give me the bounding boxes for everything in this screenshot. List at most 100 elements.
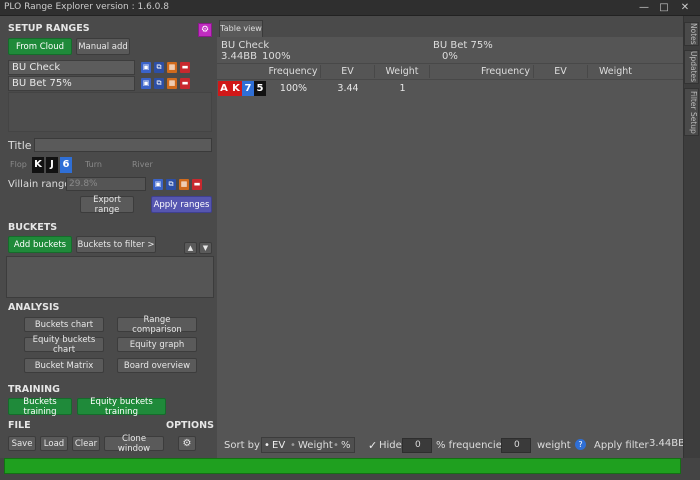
sort-pct-radio[interactable]: • bbox=[333, 440, 339, 451]
copy-range-icon[interactable]: ⧉ bbox=[154, 78, 164, 89]
clear-button[interactable]: Clear bbox=[72, 436, 100, 451]
turn-label: Turn bbox=[85, 160, 102, 169]
col-ev-2[interactable]: EV bbox=[534, 65, 588, 78]
options-heading: OPTIONS bbox=[166, 420, 214, 431]
close-button[interactable]: ✕ bbox=[677, 1, 693, 14]
window-title: PLO Range Explorer version : 1.6.0.8 bbox=[4, 2, 169, 12]
buckets-to-filter-button[interactable]: Buckets to filter > bbox=[76, 236, 156, 253]
col-frequency-2[interactable]: Frequency bbox=[478, 65, 534, 78]
flop-card-3[interactable]: 6 bbox=[60, 157, 72, 173]
buckets-training-button[interactable]: Buckets training bbox=[8, 397, 72, 417]
sort-ev-label: EV bbox=[272, 440, 286, 451]
hide-label: Hide bbox=[379, 440, 402, 451]
hide-checkbox[interactable]: ✓ bbox=[368, 439, 377, 452]
delete-range-icon[interactable]: ▬ bbox=[192, 179, 202, 190]
progress-bar bbox=[4, 458, 681, 474]
options-gear-icon[interactable]: ⚙ bbox=[178, 436, 196, 451]
range-actions: ▣ ⧉ ▦ ▬ bbox=[141, 62, 190, 73]
apply-filter-button[interactable]: Apply filter bbox=[594, 440, 649, 451]
edit-range-icon[interactable]: ▦ bbox=[167, 62, 177, 73]
tab-strip bbox=[217, 16, 683, 37]
apply-ranges-button[interactable]: Apply ranges bbox=[151, 196, 212, 213]
board-overview-button[interactable]: Board overview bbox=[117, 358, 197, 373]
hide-spinbox[interactable]: 0 bbox=[402, 438, 432, 453]
group-ev-bu-check: 3.44BB bbox=[221, 51, 257, 62]
save-range-icon[interactable]: ▣ bbox=[141, 62, 151, 73]
total-ev: 3.44BB bbox=[649, 438, 685, 449]
group-name-bu-check: BU Check bbox=[221, 40, 270, 51]
delete-range-icon[interactable]: ▬ bbox=[180, 78, 190, 89]
hand-card-4: 5 bbox=[254, 81, 266, 96]
delete-range-icon[interactable]: ▬ bbox=[180, 62, 190, 73]
buckets-list[interactable] bbox=[6, 256, 214, 298]
equity-graph-button[interactable]: Equity graph bbox=[117, 337, 197, 352]
sort-weight-label: Weight bbox=[298, 440, 333, 451]
villain-range-input[interactable]: 29.8% bbox=[66, 177, 146, 191]
title-label: Title bbox=[8, 139, 32, 152]
tab-notes[interactable]: Notes bbox=[684, 22, 699, 46]
tab-updates[interactable]: Updates bbox=[684, 50, 699, 84]
sort-by-label: Sort by bbox=[224, 440, 260, 451]
copy-range-icon[interactable]: ⧉ bbox=[166, 179, 176, 190]
bucket-matrix-button[interactable]: Bucket Matrix bbox=[24, 358, 104, 373]
edit-range-icon[interactable]: ▦ bbox=[179, 179, 189, 190]
hand-card-3: 7 bbox=[242, 81, 254, 96]
range-comparison-button[interactable]: Range comparison bbox=[117, 315, 197, 335]
flop-card-2[interactable]: J bbox=[46, 157, 58, 173]
save-range-icon[interactable]: ▣ bbox=[153, 179, 163, 190]
equity-buckets-training-button[interactable]: Equity buckets training bbox=[77, 397, 166, 417]
group-freq-bu-check: 100% bbox=[262, 51, 291, 62]
equity-buckets-chart-button[interactable]: Equity buckets chart bbox=[24, 335, 104, 355]
load-button[interactable]: Load bbox=[40, 436, 68, 451]
cell-frequency: 100% bbox=[279, 83, 308, 94]
weight-label: weight bbox=[537, 440, 571, 451]
title-input[interactable] bbox=[34, 138, 212, 152]
manual-add-button[interactable]: Manual add bbox=[76, 38, 130, 55]
flop-label: Flop bbox=[10, 160, 27, 169]
setup-ranges-heading: SETUP RANGES bbox=[8, 23, 90, 34]
col-weight[interactable]: Weight bbox=[375, 65, 430, 78]
hand-card-2: K bbox=[230, 81, 242, 96]
export-range-button[interactable]: Export range bbox=[80, 195, 134, 215]
training-heading: TRAINING bbox=[8, 384, 60, 395]
hand-card-1: A bbox=[218, 81, 230, 96]
weight-spinbox[interactable]: 0 bbox=[501, 438, 531, 453]
from-cloud-button[interactable]: From Cloud bbox=[8, 38, 72, 55]
col-ev[interactable]: EV bbox=[321, 65, 375, 78]
help-icon[interactable]: ? bbox=[575, 439, 586, 450]
row-divider bbox=[217, 79, 683, 80]
range-list-area bbox=[8, 92, 212, 132]
analysis-heading: ANALYSIS bbox=[8, 302, 60, 313]
sort-weight-radio[interactable]: • bbox=[290, 440, 296, 451]
sort-ev-radio[interactable]: • bbox=[264, 440, 270, 451]
col-weight-2[interactable]: Weight bbox=[588, 65, 643, 78]
file-heading: FILE bbox=[8, 420, 31, 431]
range-item-bu-bet[interactable]: BU Bet 75% bbox=[8, 76, 135, 91]
settings-gear-icon[interactable]: ⚙ bbox=[198, 23, 212, 37]
edit-range-icon[interactable]: ▦ bbox=[167, 78, 177, 89]
move-down-icon[interactable]: ▼ bbox=[199, 242, 212, 254]
save-button[interactable]: Save bbox=[8, 436, 36, 451]
range-item-bu-check[interactable]: BU Check bbox=[8, 60, 135, 75]
sort-pct-label: % bbox=[341, 440, 351, 451]
flop-card-1[interactable]: K bbox=[32, 157, 44, 173]
villain-range-actions: ▣ ⧉ ▦ ▬ bbox=[153, 179, 202, 190]
tab-table-view[interactable]: Table view bbox=[219, 20, 263, 37]
maximize-button[interactable]: □ bbox=[656, 1, 672, 14]
move-up-icon[interactable]: ▲ bbox=[184, 242, 197, 254]
title-bar: PLO Range Explorer version : 1.6.0.8 — □… bbox=[0, 0, 700, 16]
copy-range-icon[interactable]: ⧉ bbox=[154, 62, 164, 73]
river-label: River bbox=[132, 160, 153, 169]
hand-cards: A K 7 5 bbox=[218, 81, 266, 96]
group-freq-bu-bet: 0% bbox=[442, 51, 458, 62]
save-range-icon[interactable]: ▣ bbox=[141, 78, 151, 89]
clone-window-button[interactable]: Clone window bbox=[104, 434, 164, 454]
col-frequency[interactable]: Frequency bbox=[266, 65, 321, 78]
villain-range-label: Villain range bbox=[8, 179, 71, 190]
buckets-chart-button[interactable]: Buckets chart bbox=[24, 317, 104, 332]
buckets-heading: BUCKETS bbox=[8, 222, 58, 233]
minimize-button[interactable]: — bbox=[636, 1, 652, 14]
header-divider bbox=[217, 63, 683, 64]
add-buckets-button[interactable]: Add buckets bbox=[8, 236, 72, 253]
tab-filter-setup[interactable]: Filter Setup bbox=[684, 88, 699, 136]
